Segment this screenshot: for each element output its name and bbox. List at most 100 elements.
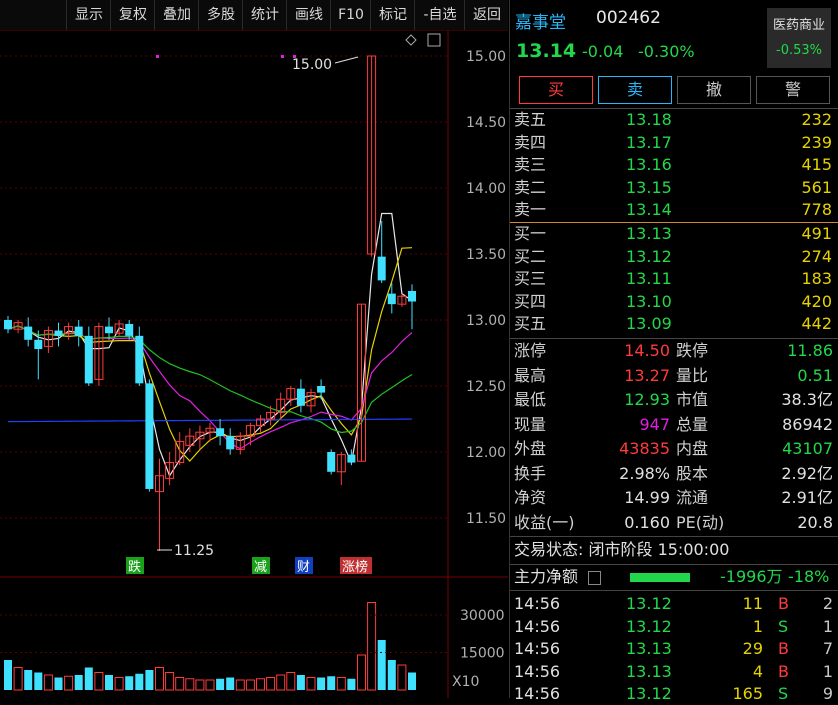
bids-row[interactable]: 买五 13.09 442 (510, 313, 834, 335)
diamond-icon (405, 34, 417, 46)
stat-label: 收益(一) (514, 512, 575, 532)
event-tag-label: 跌 (128, 559, 141, 575)
asks-price: 13.16 (626, 155, 672, 174)
bids-label: 买五 (514, 314, 547, 333)
cancel-order-button[interactable]: 撤 (677, 76, 751, 104)
asks-row[interactable]: 卖一 13.14 778 (510, 199, 834, 221)
alert-button[interactable]: 警 (756, 76, 830, 104)
candle-body (145, 383, 154, 489)
last-price: 13.14 (516, 40, 577, 62)
toolbar-mark-button[interactable]: 标记 (370, 0, 415, 30)
stat-label: 流通 (676, 488, 709, 507)
tick-time: 14:56 (514, 639, 561, 658)
toolbar-draw-button[interactable]: 画线 (286, 0, 331, 30)
stat-label: 换手 (514, 463, 547, 483)
sector-badge[interactable]: 医药商业 -0.53% (767, 8, 831, 68)
volume-bar (54, 677, 63, 690)
toolbar-watchlist-button[interactable]: -自选 (414, 0, 465, 30)
stat-value: 0.51 (797, 365, 833, 385)
bids-volume: 274 (801, 246, 832, 266)
y-tick-label: 12.00 (466, 445, 506, 461)
tick-time: 14:56 (514, 661, 561, 681)
volume-bar (155, 667, 164, 691)
tick-row: 14:56 13.12 165 S 9 (510, 683, 838, 705)
candle-body (84, 335, 93, 384)
stat-value: 2.92亿 (781, 463, 833, 483)
stat-label: 市值 (676, 390, 709, 409)
volume-bar (256, 678, 265, 691)
kline-chart[interactable]: 15.00 14.50 14.00 13.50 13.00 12.50 12.00 11.50… (0, 30, 508, 698)
volume-bar (306, 677, 316, 691)
stat-value: 14.50 (624, 341, 670, 360)
volume-bar (145, 670, 154, 690)
marker-dot (293, 55, 296, 58)
candle-body (317, 386, 326, 393)
window-icon (427, 33, 441, 47)
asks-price: 13.17 (626, 132, 672, 152)
asks-label: 卖四 (514, 132, 547, 152)
volume-bar (94, 672, 104, 691)
candle-body (125, 323, 134, 336)
asks-label: 卖三 (514, 155, 547, 174)
price-change: -0.04 (582, 42, 624, 61)
stat-value: 2.91亿 (781, 488, 833, 507)
bids-label: 买二 (514, 246, 547, 266)
bids-row[interactable]: 买四 13.10 420 (510, 291, 834, 313)
toolbar-overlay-button[interactable]: 叠加 (154, 0, 199, 30)
stat-label: PE(动) (676, 512, 725, 532)
volume-bar (387, 660, 396, 690)
bids-row[interactable]: 买三 13.11 183 (510, 268, 834, 290)
asks-row[interactable]: 卖三 13.16 415 (510, 154, 834, 176)
asks-row[interactable]: 卖四 13.17 239 (510, 132, 834, 154)
candle-body (216, 428, 225, 437)
bids-price: 13.12 (626, 246, 672, 266)
high-price-label: 15.00 (292, 57, 332, 73)
volume-bar (64, 675, 74, 691)
toolbar-multistock-button[interactable]: 多股 (198, 0, 243, 30)
bids-row[interactable]: 买一 13.13 491 (510, 223, 834, 245)
volume-bar (327, 676, 336, 690)
stat-label: 涨停 (514, 341, 547, 360)
toolbar-stats-button[interactable]: 统计 (242, 0, 287, 30)
low-price-label: 11.25 (174, 543, 214, 559)
kline-chart-svg[interactable]: 15.00 14.50 14.00 13.50 13.00 12.50 12.00 11.50… (0, 30, 508, 698)
volume-bar (24, 670, 33, 690)
toolbar-display-button[interactable]: 显示 (66, 0, 111, 30)
asks-row[interactable]: 卖五 13.18 232 (510, 109, 834, 131)
sell-button[interactable]: 卖 (598, 76, 672, 104)
tick-volume: 11 (742, 594, 763, 613)
tick-price: 13.13 (626, 639, 672, 658)
main-flow-value: -1996万 (720, 567, 783, 586)
buy-button[interactable]: 买 (519, 76, 593, 104)
toolbar-back-button[interactable]: 返回 (464, 0, 509, 30)
stat-value: 12.93 (624, 390, 670, 409)
bids-label: 买一 (514, 224, 547, 243)
event-tag-label: 减 (254, 560, 267, 575)
trade-status: 交易状态: 闭市阶段 15:00:00 (514, 540, 730, 559)
stat-label: 内盘 (676, 439, 709, 458)
volume-bar (235, 679, 245, 691)
stat-value: 20.8 (797, 512, 833, 532)
volume-bar (43, 674, 53, 691)
y-tick-label: 13.50 (466, 247, 506, 263)
asks-row[interactable]: 卖二 13.15 561 (510, 177, 834, 199)
toolbar-adjust-button[interactable]: 复权 (110, 0, 155, 30)
toolbar-f10-button[interactable]: F10 (330, 0, 371, 30)
asks-price: 13.15 (626, 177, 672, 197)
asks-volume: 415 (801, 155, 832, 174)
y-tick-label: 15.00 (466, 49, 506, 65)
bids-row[interactable]: 买二 13.12 274 (510, 246, 834, 268)
volume-bar (397, 664, 407, 691)
chart-toolbar: 显示 复权 叠加 多股 统计 画线 F10 标记 -自选 返回 (0, 0, 508, 31)
volume-bar (266, 677, 276, 691)
stat-label: 股本 (676, 463, 709, 483)
high-pointer (334, 56, 359, 64)
volume-bar (245, 679, 255, 691)
list-icon[interactable] (588, 571, 601, 585)
volume-bar (13, 667, 23, 691)
y-tick-label: 14.50 (466, 115, 506, 131)
y-tick-label: 11.50 (466, 511, 506, 527)
tick-direction: S (778, 684, 789, 703)
stat-value: 38.3亿 (781, 390, 833, 409)
price-change-pct: -0.30% (638, 42, 695, 61)
